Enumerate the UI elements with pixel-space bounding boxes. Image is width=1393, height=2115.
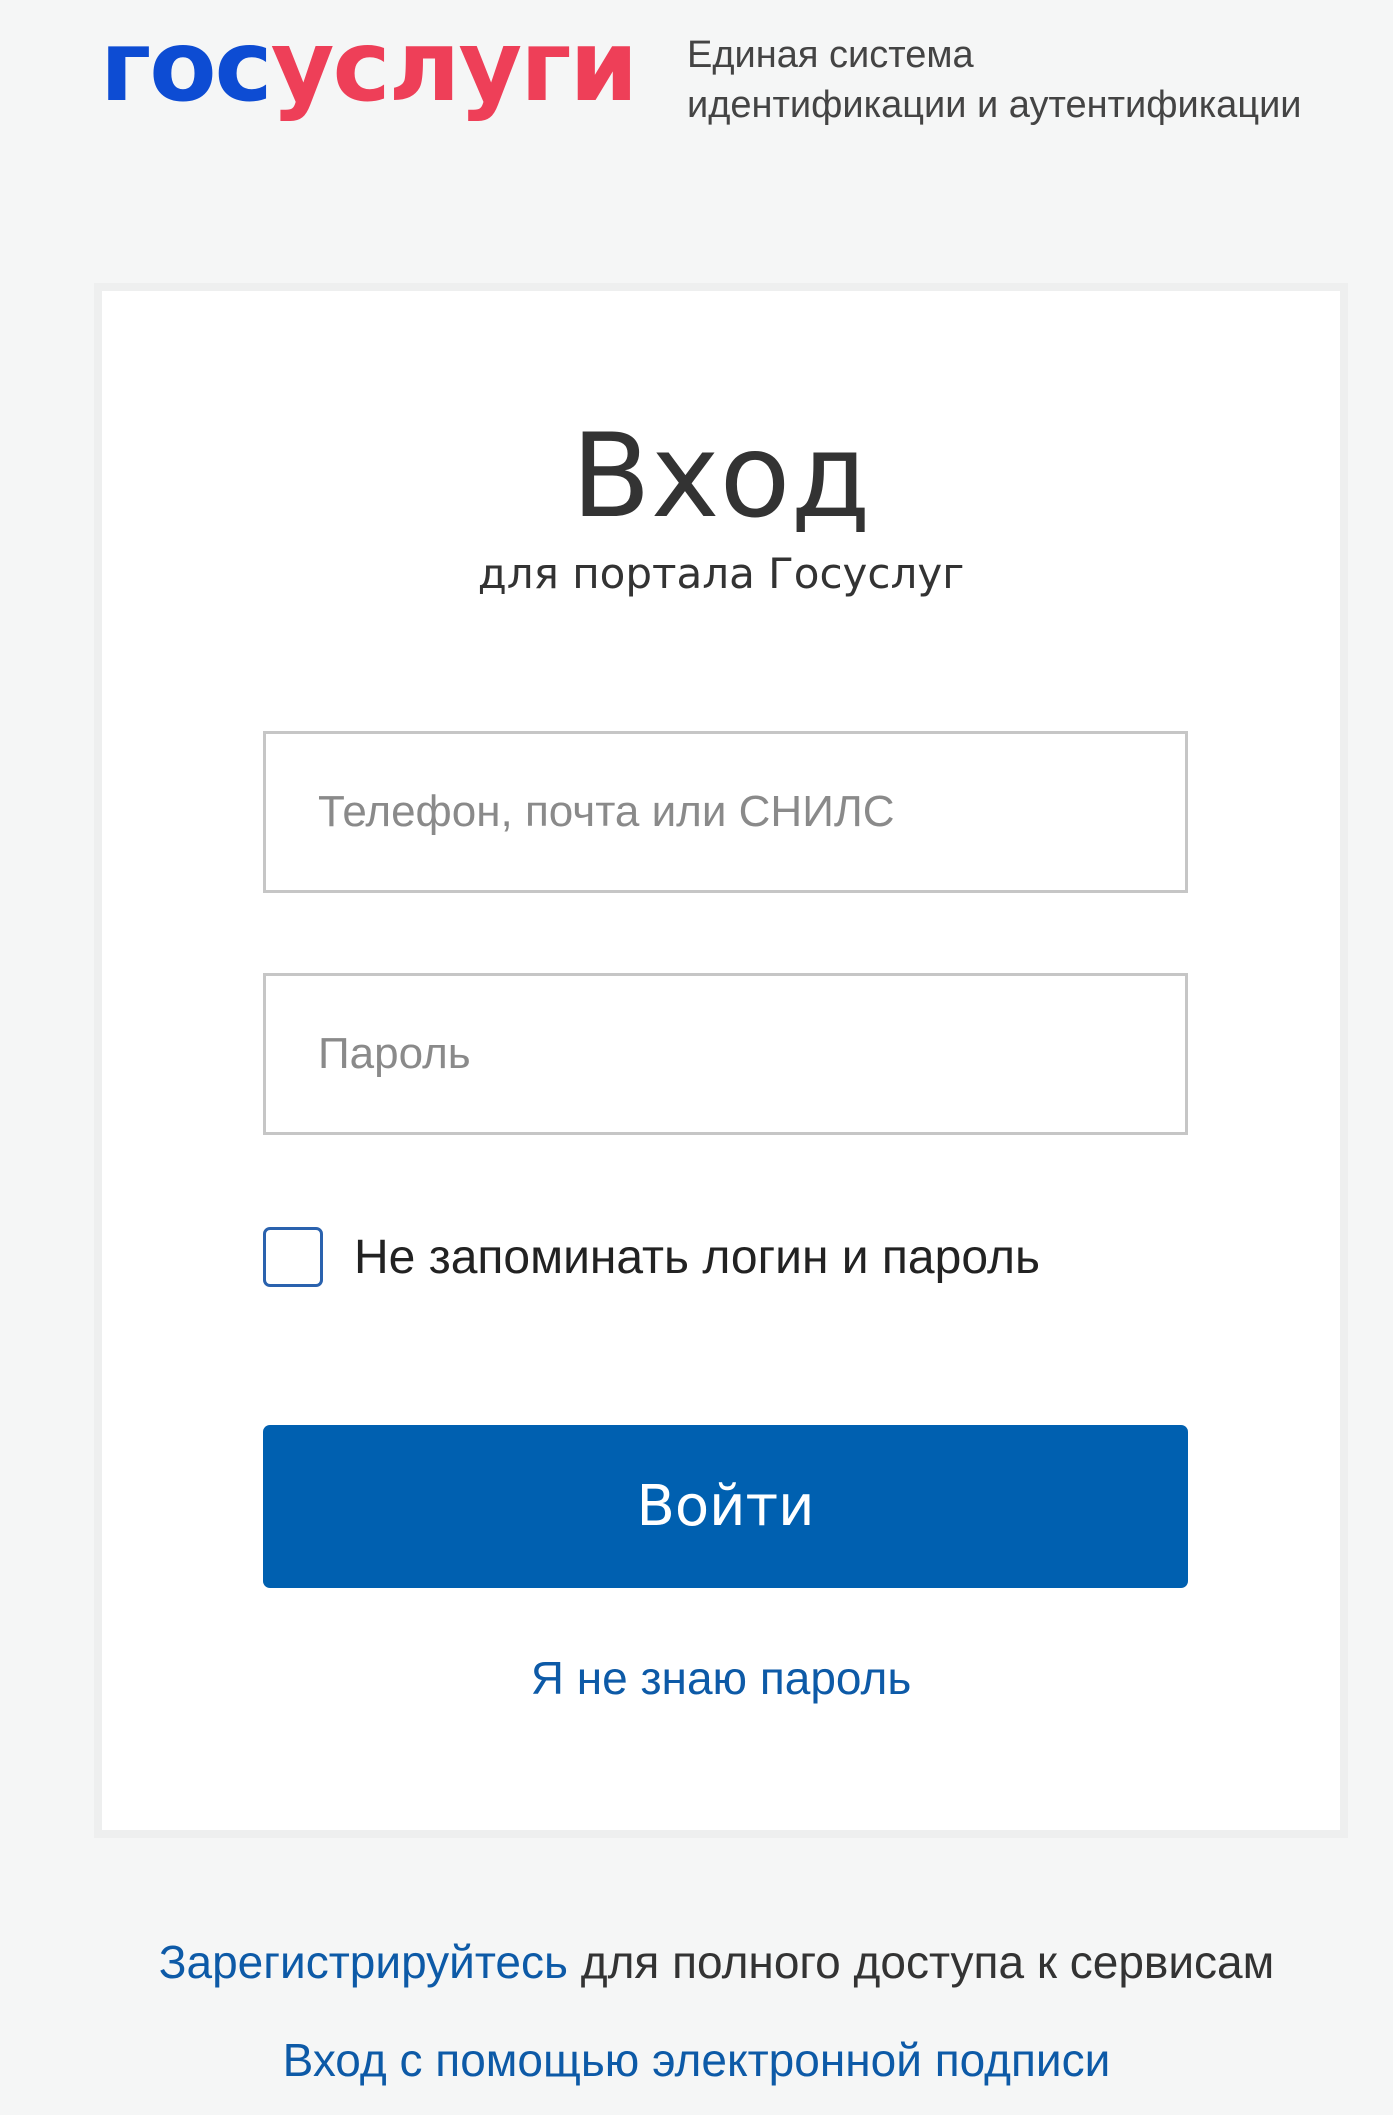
page-title: Вход [571,409,871,544]
system-tagline: Единая система идентификации и аутентифи… [687,30,1302,130]
tagline-line-2: идентификации и аутентификации [687,84,1302,126]
login-input[interactable] [263,731,1188,893]
logo-part-red: услуги [270,10,639,124]
esign-login-link[interactable]: Вход с помощью электронной подписи [0,2033,1393,2087]
tagline-line-1: Единая система [687,34,974,76]
login-card: Вход для портала Госуслуг Не запоминать … [94,283,1348,1838]
forgot-password-link[interactable]: Я не знаю пароль [102,1651,1340,1705]
logo-part-blue: гос [100,10,273,124]
gosuslugi-logo[interactable]: госуслуги [100,18,638,116]
register-link[interactable]: Зарегистрируйтесь [159,1936,568,1988]
remember-label[interactable]: Не запоминать логин и пароль [354,1230,1040,1285]
password-input[interactable] [263,973,1188,1135]
page-subtitle: для портала Госуслуг [477,549,965,598]
remember-checkbox[interactable] [263,1227,323,1287]
register-line: Зарегистрируйтесь для полного доступа к … [0,1935,1393,1989]
register-text: для полного доступа к сервисам [567,1936,1275,1988]
remember-option[interactable]: Не запоминать логин и пароль [263,1222,1040,1292]
login-button[interactable]: Войти [263,1425,1188,1588]
